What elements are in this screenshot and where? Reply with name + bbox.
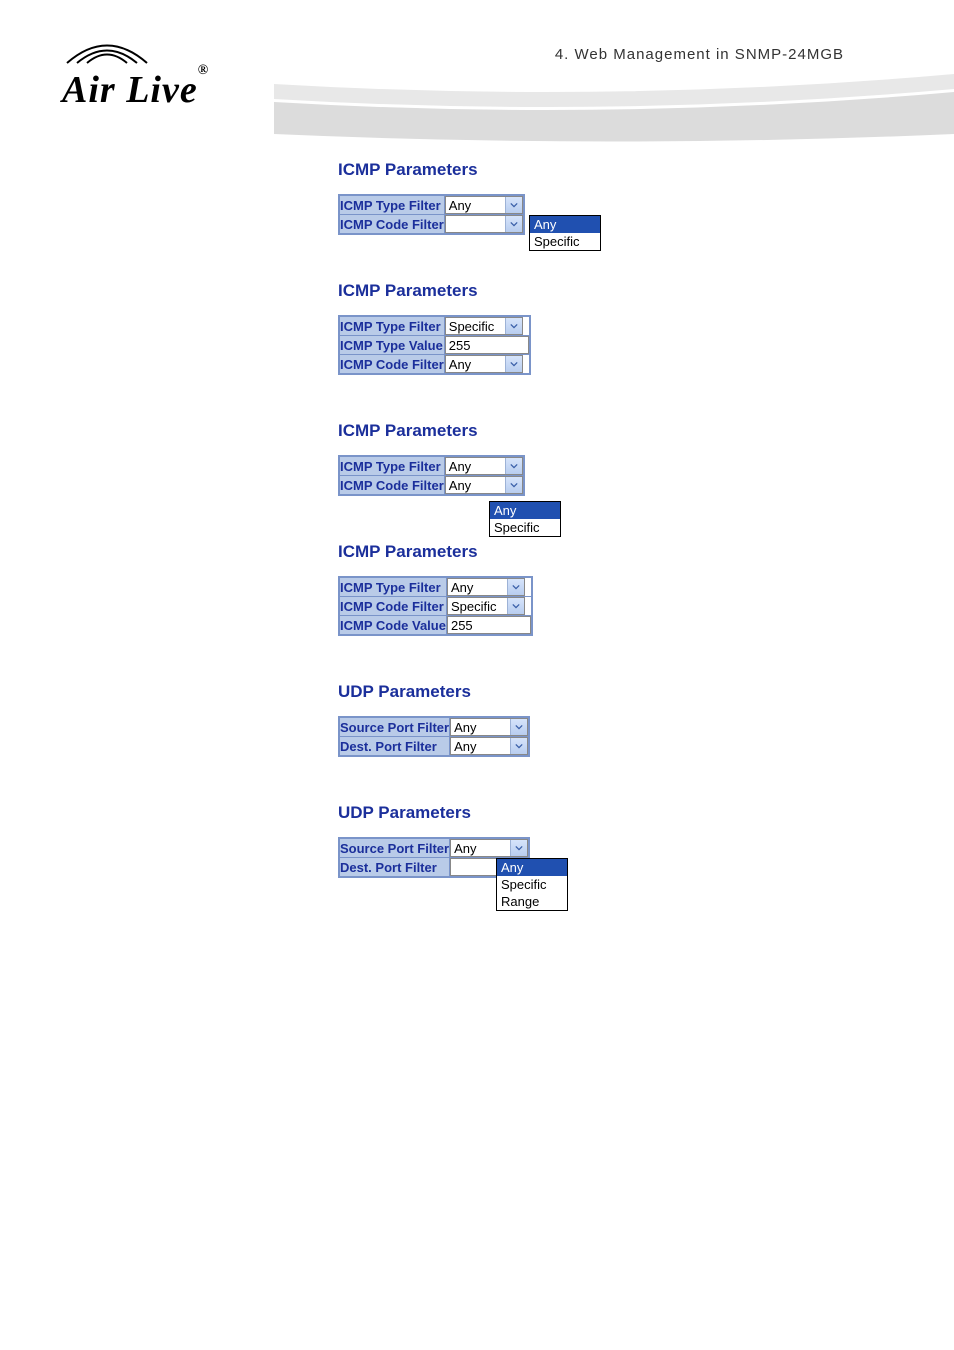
icmp-code-filter-select[interactable]: Any <box>445 215 523 233</box>
icmp-code-filter-select[interactable]: Any <box>445 355 523 373</box>
option-any[interactable]: Any <box>497 859 567 876</box>
row-label: ICMP Type Filter <box>339 316 444 336</box>
chevron-down-icon <box>510 840 527 856</box>
brand-name: Air Live® <box>62 69 209 111</box>
option-specific[interactable]: Specific <box>530 233 600 250</box>
icmp-code-filter-select[interactable]: Specific <box>447 597 525 615</box>
chevron-down-icon <box>510 719 527 735</box>
brand-logo: Air Live® <box>62 38 209 112</box>
row-label: Dest. Port Filter <box>339 858 450 878</box>
row-label: Dest. Port Filter <box>339 737 450 757</box>
section-title: ICMP Parameters <box>338 281 898 301</box>
row-label: ICMP Type Filter <box>339 195 444 215</box>
param-table: ICMP Type Filter Any ICMP Code Filter An… <box>338 455 525 496</box>
row-label: ICMP Code Filter <box>339 215 444 235</box>
row-label: ICMP Code Filter <box>339 597 446 616</box>
section-title: ICMP Parameters <box>338 421 898 441</box>
row-label: ICMP Code Value <box>339 616 446 636</box>
section-title: ICMP Parameters <box>338 542 898 562</box>
chevron-down-icon <box>505 197 522 213</box>
chevron-down-icon <box>505 458 522 474</box>
dropdown-listbox[interactable]: Any Specific <box>489 501 561 537</box>
icmp-type-filter-select[interactable]: Any <box>445 196 523 214</box>
option-any[interactable]: Any <box>490 502 560 519</box>
section-title: ICMP Parameters <box>338 160 898 180</box>
param-table: ICMP Type Filter Specific ICMP Type Valu… <box>338 315 531 375</box>
row-label: ICMP Type Value <box>339 336 444 355</box>
option-any[interactable]: Any <box>530 216 600 233</box>
dropdown-listbox[interactable]: Any Specific <box>529 215 601 251</box>
option-range[interactable]: Range <box>497 893 567 910</box>
section-title: UDP Parameters <box>338 803 898 823</box>
dest-port-filter-select[interactable]: Any <box>450 737 528 755</box>
row-label: Source Port Filter <box>339 717 450 737</box>
row-label: ICMP Code Filter <box>339 476 444 496</box>
chevron-down-icon <box>507 598 524 614</box>
param-table: Source Port Filter Any Dest. Port Filter… <box>338 716 530 757</box>
icmp-type-value-input[interactable]: 255 <box>445 336 529 354</box>
option-specific[interactable]: Specific <box>490 519 560 536</box>
source-port-filter-select[interactable]: Any <box>450 839 528 857</box>
icmp-code-value-input[interactable]: 255 <box>447 616 531 634</box>
param-table: ICMP Type Filter Any ICMP Code Filter Sp… <box>338 576 533 636</box>
source-port-filter-select[interactable]: Any <box>450 718 528 736</box>
row-label: ICMP Type Filter <box>339 456 444 476</box>
option-specific[interactable]: Specific <box>497 876 567 893</box>
icmp-type-filter-select[interactable]: Any <box>445 457 523 475</box>
row-label: ICMP Code Filter <box>339 355 444 375</box>
chevron-down-icon <box>505 477 522 493</box>
breadcrumb: 4. Web Management in SNMP-24MGB <box>555 46 844 63</box>
row-label: ICMP Type Filter <box>339 577 446 597</box>
icmp-type-filter-select[interactable]: Any <box>447 578 525 596</box>
section-title: UDP Parameters <box>338 682 898 702</box>
chevron-down-icon <box>510 738 527 754</box>
decorative-swoosh <box>274 74 954 154</box>
wifi-arc-icon <box>62 38 152 68</box>
dropdown-listbox[interactable]: Any Specific Range <box>496 858 568 911</box>
chevron-down-icon <box>505 356 522 372</box>
icmp-code-filter-select[interactable]: Any <box>445 476 523 494</box>
row-label: Source Port Filter <box>339 838 450 858</box>
chevron-down-icon <box>505 318 522 334</box>
chevron-down-icon <box>507 579 524 595</box>
chevron-down-icon <box>505 216 522 232</box>
param-table: ICMP Type Filter Any ICMP Code Filter An… <box>338 194 525 235</box>
icmp-type-filter-select[interactable]: Specific <box>445 317 523 335</box>
